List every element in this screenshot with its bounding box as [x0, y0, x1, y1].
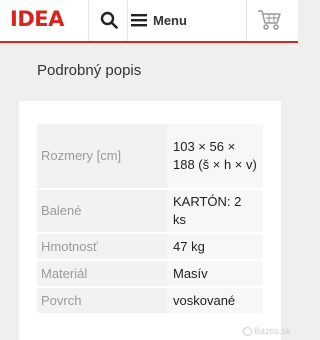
spec-label: Balené — [37, 190, 167, 232]
header-divider — [127, 0, 128, 41]
table-row: Materiál Masív — [37, 261, 263, 286]
search-button[interactable] — [92, 4, 126, 36]
hamburger-icon — [131, 14, 147, 27]
table-row: Rozmery [cm] 103 × 56 × 188 (š × h × v) — [37, 124, 263, 188]
spec-value: 47 kg — [167, 234, 263, 259]
watermark: Bazos.sk — [243, 326, 291, 336]
spec-label: Hmotnosť — [37, 234, 167, 259]
watermark-icon — [243, 326, 252, 336]
spec-value: 103 × 56 × 188 (š × h × v) — [167, 124, 263, 188]
spec-table: Rozmery [cm] 103 × 56 × 188 (š × h × v) … — [37, 122, 263, 315]
section-title: Podrobný popis — [37, 62, 142, 79]
spec-card: Rozmery [cm] 103 × 56 × 188 (š × h × v) … — [19, 101, 281, 340]
cart-button[interactable] — [252, 4, 286, 36]
table-row: Povrch voskované — [37, 288, 263, 313]
idea-logo[interactable]: IDEA — [10, 7, 64, 31]
spec-label: Rozmery [cm] — [37, 124, 167, 188]
table-row: Hmotnosť 47 kg — [37, 234, 263, 259]
table-row: Balené KARTÓN: 2 ks — [37, 190, 263, 232]
menu-button[interactable]: Menu — [131, 4, 187, 36]
header-divider — [246, 0, 247, 41]
spec-value: KARTÓN: 2 ks — [167, 190, 263, 232]
watermark-text: Bazos.sk — [254, 326, 291, 336]
menu-label: Menu — [153, 12, 187, 28]
cart-icon — [258, 10, 281, 30]
spec-value: Masív — [167, 261, 263, 286]
search-icon — [100, 11, 118, 29]
top-header: IDEA Menu — [0, 0, 298, 43]
spec-label: Materiál — [37, 261, 167, 286]
header-divider — [88, 0, 89, 41]
spec-value: voskované — [167, 288, 263, 313]
spec-label: Povrch — [37, 288, 167, 313]
